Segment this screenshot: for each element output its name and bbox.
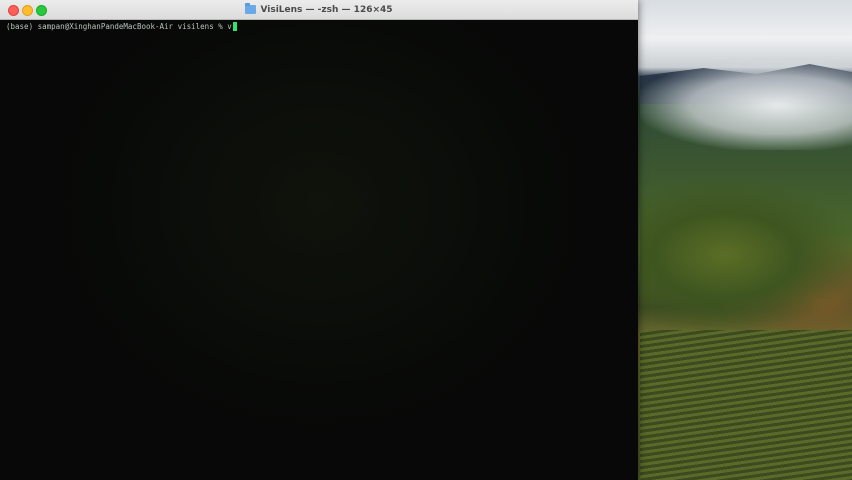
typed-command: v <box>227 22 232 31</box>
text-cursor <box>232 22 237 31</box>
window-title: VisiLens — -zsh — 126×45 <box>260 4 393 15</box>
terminal-window[interactable]: VisiLens — -zsh — 126×45 (base) sampan@X… <box>0 0 638 480</box>
wallpaper-trees <box>640 180 852 330</box>
wallpaper-cloud <box>640 60 852 150</box>
wallpaper-field <box>640 330 852 480</box>
terminal-output-area[interactable]: (base) sampan@XinghanPandeMacBook-Air vi… <box>0 20 638 480</box>
folder-icon <box>245 3 257 14</box>
prompt-line[interactable]: (base) sampan@XinghanPandeMacBook-Air vi… <box>6 22 237 31</box>
window-title-area: VisiLens — -zsh — 126×45 <box>0 0 638 19</box>
shell-prompt: (base) sampan@XinghanPandeMacBook-Air vi… <box>6 22 228 31</box>
window-titlebar[interactable]: VisiLens — -zsh — 126×45 <box>0 0 638 20</box>
